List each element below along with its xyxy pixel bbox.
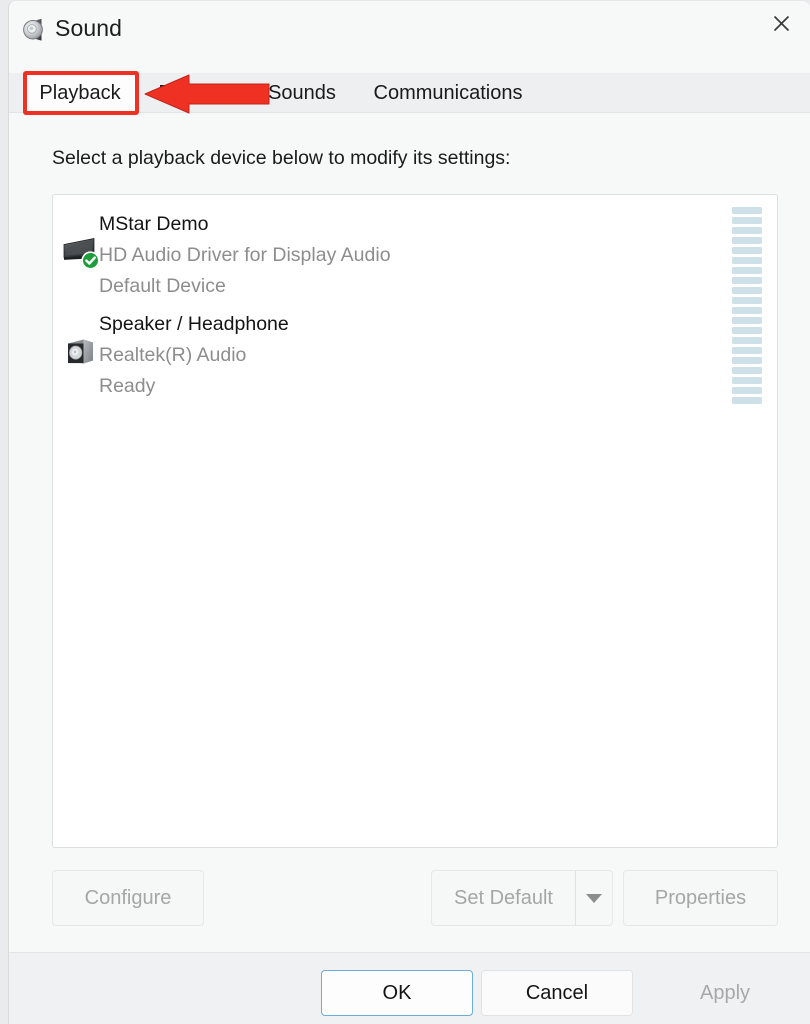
set-default-dropdown-button[interactable] bbox=[575, 870, 613, 926]
device-status: Ready bbox=[99, 375, 156, 397]
device-info: Speaker / Headphone Realtek(R) Audio Rea… bbox=[99, 309, 289, 402]
properties-button-label: Properties bbox=[654, 886, 747, 909]
meter-segment bbox=[732, 367, 762, 374]
set-default-button-label: Set Default bbox=[454, 886, 553, 909]
meter-segment bbox=[732, 377, 762, 384]
tab-playback[interactable]: Playback bbox=[23, 73, 137, 113]
tab-recording-label: Recording bbox=[158, 81, 250, 104]
meter-segment bbox=[732, 227, 762, 234]
tab-recording[interactable]: Recording bbox=[140, 73, 268, 113]
list-item[interactable]: MStar Demo HD Audio Driver for Display A… bbox=[53, 203, 777, 304]
apply-button-label: Apply bbox=[699, 981, 751, 1004]
volume-meter bbox=[732, 307, 762, 407]
meter-segment bbox=[732, 347, 762, 354]
window-title: Sound bbox=[55, 15, 123, 41]
meter-segment bbox=[732, 317, 762, 324]
device-name: Speaker / Headphone bbox=[99, 313, 289, 335]
device-name: MStar Demo bbox=[99, 213, 209, 235]
device-info: MStar Demo HD Audio Driver for Display A… bbox=[99, 209, 391, 302]
apply-button[interactable]: Apply bbox=[649, 970, 801, 1016]
cancel-button[interactable]: Cancel bbox=[481, 970, 633, 1016]
set-default-button[interactable]: Set Default bbox=[431, 870, 575, 926]
meter-segment bbox=[732, 397, 762, 404]
configure-button[interactable]: Configure bbox=[52, 870, 204, 926]
meter-segment bbox=[732, 207, 762, 214]
cancel-button-label: Cancel bbox=[525, 981, 589, 1004]
instruction-text: Select a playback device below to modify… bbox=[52, 147, 511, 169]
title-bar: Sound bbox=[9, 1, 810, 59]
ok-button[interactable]: OK bbox=[321, 970, 473, 1016]
meter-segment bbox=[732, 247, 762, 254]
meter-segment bbox=[732, 357, 762, 364]
meter-segment bbox=[732, 287, 762, 294]
meter-segment bbox=[732, 307, 762, 314]
configure-button-label: Configure bbox=[84, 886, 172, 909]
tab-sounds-label: Sounds bbox=[268, 81, 336, 104]
device-driver: HD Audio Driver for Display Audio bbox=[99, 244, 391, 266]
list-item[interactable]: Speaker / Headphone Realtek(R) Audio Rea… bbox=[53, 303, 777, 404]
tab-communications-label: Communications bbox=[373, 81, 523, 104]
tab-sounds[interactable]: Sounds bbox=[252, 73, 352, 113]
playback-device-list[interactable]: MStar Demo HD Audio Driver for Display A… bbox=[52, 194, 778, 848]
tab-playback-label: Playback bbox=[39, 81, 121, 104]
speaker-icon bbox=[20, 18, 46, 42]
meter-segment bbox=[732, 217, 762, 224]
meter-segment bbox=[732, 337, 762, 344]
footer-bar: OK Cancel Apply bbox=[9, 953, 810, 1024]
tab-communications[interactable]: Communications bbox=[353, 73, 543, 113]
meter-segment bbox=[732, 277, 762, 284]
meter-segment bbox=[732, 257, 762, 264]
properties-button[interactable]: Properties bbox=[623, 870, 778, 926]
tab-strip-underline bbox=[9, 112, 810, 113]
device-driver: Realtek(R) Audio bbox=[99, 344, 247, 366]
volume-meter bbox=[732, 207, 762, 307]
meter-segment bbox=[732, 327, 762, 334]
tab-strip: Playback Recording Sounds Communications bbox=[9, 73, 810, 113]
meter-segment bbox=[732, 237, 762, 244]
close-icon[interactable] bbox=[754, 1, 808, 45]
meter-segment bbox=[732, 267, 762, 274]
device-status: Default Device bbox=[99, 275, 226, 297]
sound-dialog-window: Sound Playback Recording Sounds Communic… bbox=[8, 0, 810, 1024]
speaker-box-icon bbox=[61, 331, 101, 371]
chevron-down-icon bbox=[586, 893, 602, 903]
meter-segment bbox=[732, 387, 762, 394]
ok-button-label: OK bbox=[382, 981, 412, 1004]
monitor-icon bbox=[61, 231, 101, 271]
